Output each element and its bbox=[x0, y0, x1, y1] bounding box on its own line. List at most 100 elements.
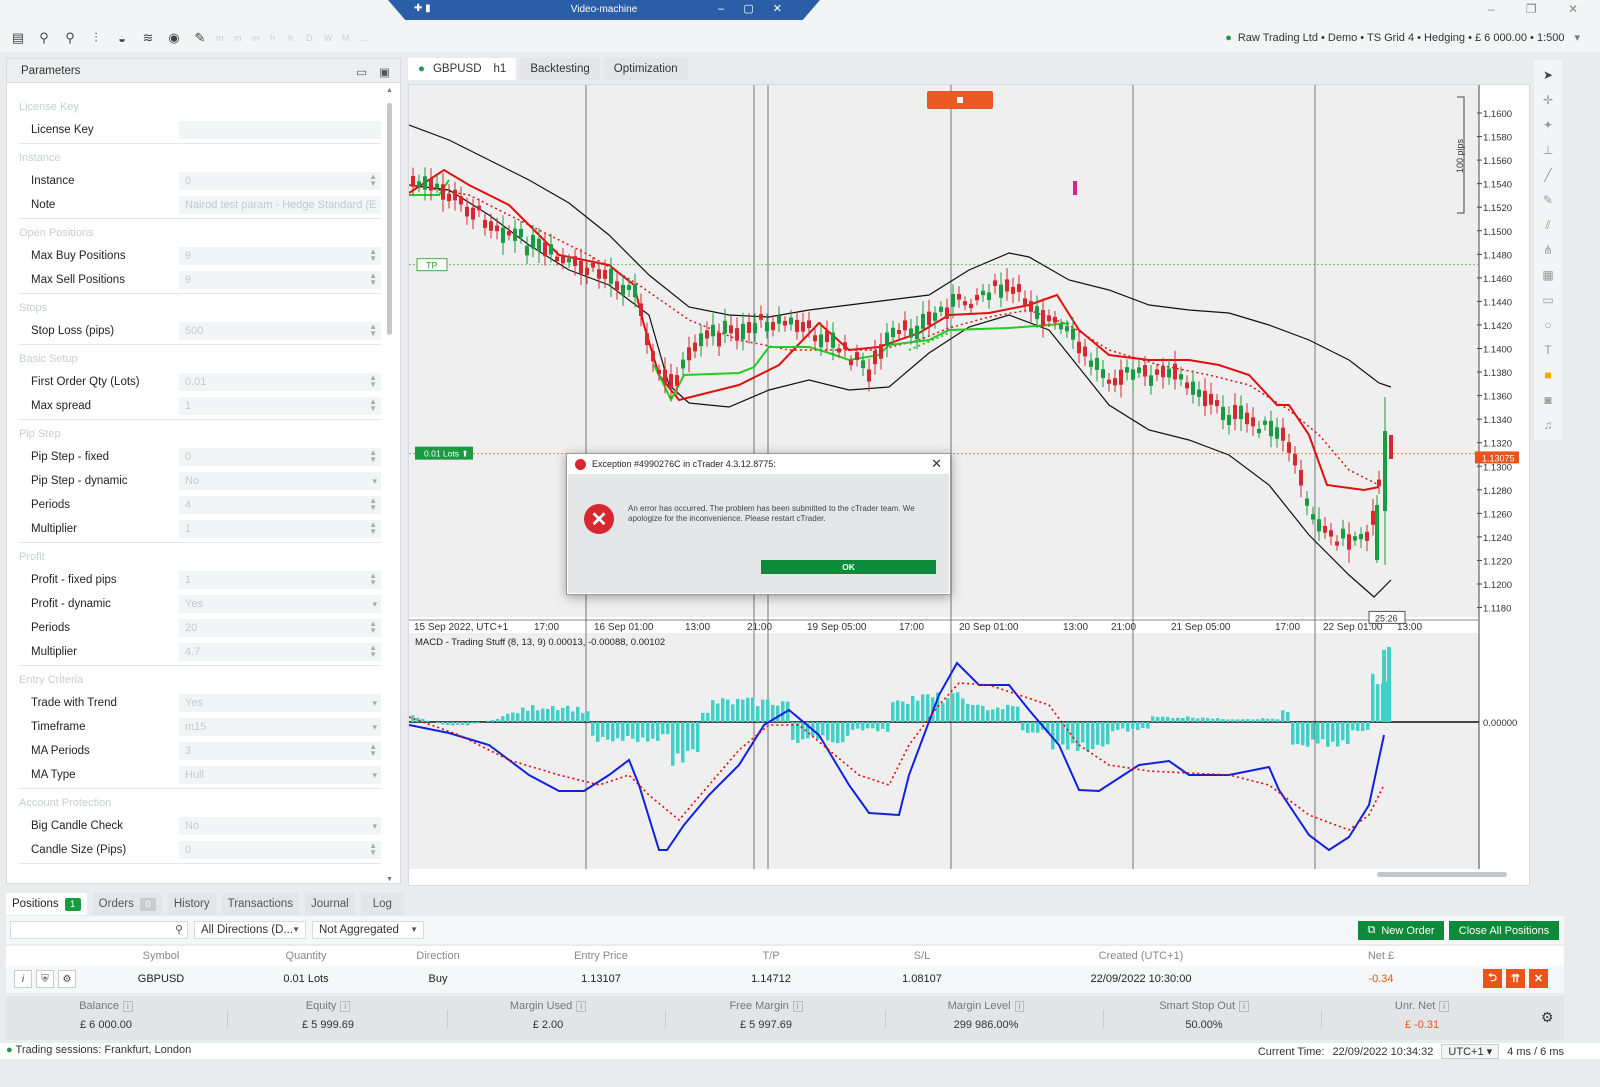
param-field[interactable]: 9 ▲ ▼ bbox=[179, 246, 381, 265]
minimize-panel-icon[interactable]: ▭ bbox=[356, 65, 367, 79]
tab-transactions[interactable]: Transactions bbox=[221, 893, 300, 915]
param-field[interactable]: No ▾ bbox=[179, 471, 381, 490]
circle-icon[interactable]: ○ bbox=[1544, 318, 1551, 337]
tf-m15[interactable]: m bbox=[252, 33, 264, 43]
account-dropdown-icon[interactable]: ▾ bbox=[1574, 32, 1580, 44]
tab-positions[interactable]: Positions 1 bbox=[6, 893, 87, 915]
pitchfork-icon[interactable]: ⋔ bbox=[1543, 243, 1553, 262]
camera-icon[interactable]: ◙ bbox=[1544, 393, 1551, 412]
stepper-icon[interactable]: ▲ ▼ bbox=[369, 496, 377, 511]
settings-gear-icon[interactable]: ⚙ bbox=[58, 970, 76, 988]
cursor-icon[interactable]: ➤ bbox=[1543, 68, 1553, 87]
eye-icon[interactable]: ◉ bbox=[164, 28, 184, 48]
param-field[interactable]: 20 ▲ ▼ bbox=[179, 618, 381, 637]
zoom-in-icon[interactable]: ⚲ bbox=[34, 28, 54, 48]
anchor-icon[interactable]: ⊥ bbox=[1543, 143, 1553, 162]
col-net[interactable]: Net £ bbox=[1326, 950, 1436, 962]
scroll-thumb[interactable] bbox=[387, 103, 392, 335]
param-field[interactable]: Hull ▾ bbox=[179, 765, 381, 784]
stepper-icon[interactable]: ▲ ▼ bbox=[369, 448, 377, 463]
tab-gbpusd-chart[interactable]: ● GBPUSD h1 bbox=[408, 58, 517, 80]
chevron-down-icon[interactable]: ▾ bbox=[372, 719, 377, 735]
param-field[interactable]: No ▾ bbox=[179, 816, 381, 835]
tf-h4[interactable]: h bbox=[288, 33, 300, 43]
tab-log[interactable]: Log bbox=[360, 893, 404, 915]
param-field[interactable] bbox=[179, 120, 381, 139]
summary-settings-gear-icon[interactable]: ⚙ bbox=[1541, 1009, 1554, 1026]
param-field[interactable]: 500 ▲ ▼ bbox=[179, 321, 381, 340]
line-tool-icon[interactable]: ╱ bbox=[1544, 168, 1551, 187]
protection-shield-icon[interactable]: ⛨ bbox=[36, 970, 54, 988]
crosshair-icon[interactable]: ✛ bbox=[1543, 93, 1553, 112]
stepper-icon[interactable]: ▲ ▼ bbox=[369, 742, 377, 757]
outer-window-controls[interactable]: – ❐ ✕ bbox=[1488, 2, 1592, 16]
param-field[interactable]: 0 ▲ ▼ bbox=[179, 840, 381, 859]
tf-w1[interactable]: W bbox=[324, 33, 336, 43]
aggregation-select[interactable]: Not Aggregated ▼ bbox=[312, 921, 424, 939]
chevron-down-icon[interactable]: ▾ bbox=[372, 818, 377, 834]
alert-bell-icon[interactable]: ♫ bbox=[1544, 418, 1553, 437]
tf-m5[interactable]: m bbox=[234, 33, 246, 43]
zoom-out-icon[interactable]: ⚲ bbox=[60, 28, 80, 48]
fib-tool-icon[interactable]: ⫽ bbox=[1545, 218, 1550, 237]
param-field[interactable]: Yes ▾ bbox=[179, 693, 381, 712]
param-field[interactable]: 0 ▲ ▼ bbox=[179, 171, 381, 190]
param-field[interactable]: 0.01 ▲ ▼ bbox=[179, 372, 381, 391]
col-symbol[interactable]: Symbol bbox=[106, 950, 216, 962]
cell-tp[interactable]: 1.14712 bbox=[711, 973, 831, 985]
col-entry-price[interactable]: Entry Price bbox=[536, 950, 666, 962]
stepper-icon[interactable]: ▲ ▼ bbox=[369, 271, 377, 286]
col-created[interactable]: Created (UTC+1) bbox=[1056, 950, 1226, 962]
grid-tool-icon[interactable]: ▦ bbox=[1542, 268, 1553, 287]
new-order-button[interactable]: ⧉ New Order bbox=[1358, 921, 1444, 940]
tab-optimization[interactable]: Optimization bbox=[603, 58, 688, 80]
param-field[interactable]: 9 ▲ ▼ bbox=[179, 270, 381, 289]
more-icon[interactable]: ... bbox=[360, 33, 372, 43]
table-row[interactable]: GBPUSD 0.01 Lots Buy 1.13107 1.14712 1.0… bbox=[6, 966, 1564, 993]
col-tp[interactable]: T/P bbox=[711, 950, 831, 962]
tab-backtesting[interactable]: Backtesting bbox=[520, 58, 600, 80]
double-position-icon[interactable]: ⇈ bbox=[1506, 969, 1525, 988]
positions-search-input[interactable]: ⚲ bbox=[10, 921, 188, 939]
param-field[interactable]: m15 ▾ bbox=[179, 717, 381, 736]
close-dialog-icon[interactable]: ✕ bbox=[931, 456, 942, 472]
tab-journal[interactable]: Journal bbox=[305, 893, 355, 915]
edit-icon[interactable]: ✎ bbox=[190, 28, 210, 48]
layers-icon[interactable]: ≋ bbox=[138, 28, 158, 48]
direction-select[interactable]: All Directions (D... ▼ bbox=[194, 921, 306, 939]
color-icon[interactable]: ■ bbox=[1544, 368, 1551, 387]
tf-h1[interactable]: h bbox=[270, 33, 282, 43]
info-icon[interactable]: i bbox=[14, 970, 32, 988]
ok-button[interactable]: OK bbox=[761, 560, 936, 574]
indicators-icon[interactable]: ⫶ bbox=[86, 28, 106, 48]
reverse-position-icon[interactable]: ⮌ bbox=[1483, 969, 1502, 988]
param-field[interactable]: 4.7 ▲ ▼ bbox=[179, 642, 381, 661]
chevron-down-icon[interactable]: ▾ bbox=[372, 767, 377, 783]
col-sl[interactable]: S/L bbox=[862, 950, 982, 962]
close-all-positions-button[interactable]: Close All Positions bbox=[1449, 921, 1559, 940]
param-field[interactable]: 1 ▲ ▼ bbox=[179, 396, 381, 415]
save-params-icon[interactable]: ▣ bbox=[379, 65, 390, 79]
stepper-icon[interactable]: ▲ ▼ bbox=[369, 397, 377, 412]
tab-history[interactable]: History bbox=[167, 893, 216, 915]
col-quantity[interactable]: Quantity bbox=[246, 950, 366, 962]
param-field[interactable]: 1 ▲ ▼ bbox=[179, 519, 381, 538]
pen-tool-icon[interactable]: ✎ bbox=[1543, 193, 1553, 212]
account-info[interactable]: ● Raw Trading Ltd • Demo • TS Grid 4 • He… bbox=[1225, 31, 1580, 44]
window-controls[interactable]: – ▢ ✕ bbox=[718, 2, 790, 15]
remote-window-tab[interactable]: ✚ ▮ Video-machine – ▢ ✕ bbox=[388, 0, 820, 20]
col-direction[interactable]: Direction bbox=[378, 950, 498, 962]
stepper-icon[interactable]: ▲ ▼ bbox=[369, 841, 377, 856]
tf-mn1[interactable]: M bbox=[342, 33, 354, 43]
stepper-icon[interactable]: ▲ ▼ bbox=[369, 247, 377, 262]
pin-tool-icon[interactable]: ✦ bbox=[1543, 118, 1553, 137]
param-field[interactable]: Yes ▾ bbox=[179, 594, 381, 613]
close-position-icon[interactable]: ✕ bbox=[1529, 969, 1548, 988]
chevron-down-icon[interactable]: ▾ bbox=[372, 596, 377, 612]
stepper-icon[interactable]: ▲ ▼ bbox=[369, 322, 377, 337]
param-field[interactable]: 1 ▲ ▼ bbox=[179, 570, 381, 589]
stepper-icon[interactable]: ▲ ▼ bbox=[369, 619, 377, 634]
stepper-icon[interactable]: ▲ ▼ bbox=[369, 520, 377, 535]
cell-sl[interactable]: 1.08107 bbox=[862, 973, 982, 985]
parameters-scrollbar[interactable]: ▲ ▼ bbox=[385, 87, 395, 883]
